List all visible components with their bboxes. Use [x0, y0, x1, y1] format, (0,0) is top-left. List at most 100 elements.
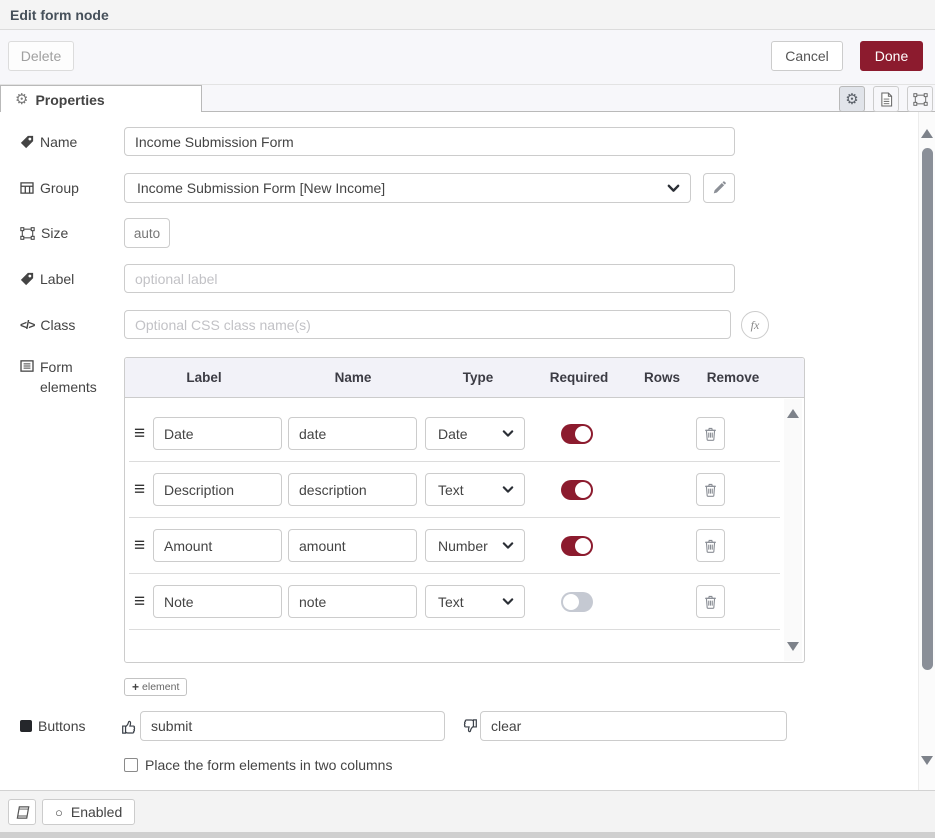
table-scroll-up-arrow[interactable]: [787, 409, 799, 418]
add-element-button[interactable]: + element: [124, 678, 187, 696]
size-button[interactable]: auto: [124, 218, 170, 248]
element-type-select[interactable]: Text: [425, 585, 525, 618]
required-toggle[interactable]: [561, 480, 593, 500]
drag-handle-icon[interactable]: ≡: [134, 535, 145, 557]
panel-scroll-down-arrow[interactable]: [921, 756, 933, 765]
tag-icon: [20, 135, 34, 149]
delete-element-button[interactable]: [696, 585, 725, 618]
dialog-toolbar: Delete Cancel Done: [0, 30, 935, 84]
panel-scrollbar-thumb[interactable]: [922, 148, 933, 670]
element-name-input[interactable]: [288, 529, 417, 562]
table-scrollbar[interactable]: [784, 399, 802, 661]
node-help-button[interactable]: [8, 799, 36, 825]
plus-icon: +: [132, 680, 139, 694]
required-toggle[interactable]: [561, 536, 593, 556]
thumbs-down-icon: [461, 718, 478, 735]
element-type-select[interactable]: Text: [425, 473, 525, 506]
object-group-icon: [20, 227, 35, 240]
label-input[interactable]: [124, 264, 735, 293]
drag-handle-icon[interactable]: ≡: [134, 423, 145, 445]
tab-properties-label: Properties: [35, 92, 104, 108]
pencil-icon: [712, 181, 726, 195]
col-header-required: Required: [550, 358, 609, 398]
enabled-toggle-button[interactable]: ○ Enabled: [42, 799, 135, 825]
clear-button-label-input[interactable]: [480, 711, 787, 741]
element-type-value: Date: [438, 426, 468, 442]
trash-icon: [704, 482, 717, 497]
delete-element-button[interactable]: [696, 417, 725, 450]
edit-group-button[interactable]: [703, 173, 735, 203]
buttons-field-label: Buttons: [20, 711, 85, 741]
thumbs-up-icon: [121, 718, 138, 735]
required-toggle[interactable]: [561, 592, 593, 612]
delete-element-button[interactable]: [696, 473, 725, 506]
panel-scroll-up-arrow[interactable]: [921, 129, 933, 138]
class-input[interactable]: [124, 310, 731, 339]
form-elements-table-header: Label Name Type Required Rows Remove: [125, 358, 804, 398]
element-name-input[interactable]: [288, 585, 417, 618]
tab-bar: ⚙ Properties ⚙: [0, 84, 935, 112]
group-field-label: Group: [20, 173, 79, 203]
chevron-down-icon: [667, 184, 680, 193]
element-label-input[interactable]: [153, 585, 282, 618]
appearance-button[interactable]: [907, 86, 933, 112]
expression-button[interactable]: fx: [741, 311, 769, 339]
col-header-remove: Remove: [707, 358, 760, 398]
book-icon: [15, 805, 30, 820]
name-input[interactable]: [124, 127, 735, 156]
element-type-select[interactable]: Date: [425, 417, 525, 450]
dialog-footer: ○ Enabled: [0, 790, 935, 832]
enabled-label: Enabled: [71, 804, 122, 820]
form-elements-field-label: Form elements: [20, 357, 100, 397]
delete-button[interactable]: Delete: [8, 41, 74, 71]
list-alt-icon: [20, 360, 34, 372]
circle-icon: ○: [55, 805, 63, 820]
element-name-input[interactable]: [288, 417, 417, 450]
trash-icon: [704, 538, 717, 553]
form-elements-rows: ≡ Date ≡ Text: [125, 398, 804, 663]
element-label-input[interactable]: [153, 417, 282, 450]
size-field-label: Size: [20, 218, 68, 248]
element-name-input[interactable]: [288, 473, 417, 506]
trash-icon: [704, 426, 717, 441]
delete-element-button[interactable]: [696, 529, 725, 562]
element-type-value: Number: [438, 538, 488, 554]
two-columns-checkbox[interactable]: [124, 758, 138, 772]
node-settings-button[interactable]: ⚙: [839, 86, 865, 112]
col-header-label: Label: [186, 358, 221, 398]
drag-handle-icon[interactable]: ≡: [134, 591, 145, 613]
table-scroll-down-arrow[interactable]: [787, 642, 799, 651]
properties-panel: Name Group Income Submission Form [New I…: [0, 112, 935, 790]
element-type-value: Text: [438, 482, 464, 498]
panel-scrollbar[interactable]: [918, 112, 935, 790]
chevron-down-icon: [502, 598, 514, 606]
group-select[interactable]: Income Submission Form [New Income]: [124, 173, 691, 203]
class-field-label: </> Class: [20, 310, 75, 340]
cancel-button[interactable]: Cancel: [771, 41, 843, 71]
col-header-rows: Rows: [644, 358, 680, 398]
two-columns-label: Place the form elements in two columns: [145, 757, 392, 773]
done-button[interactable]: Done: [860, 41, 923, 71]
submit-button-label-input[interactable]: [140, 711, 445, 741]
required-toggle[interactable]: [561, 424, 593, 444]
chevron-down-icon: [502, 486, 514, 494]
page-edge: [0, 832, 935, 838]
label-field-label: Label: [20, 264, 74, 294]
chevron-down-icon: [502, 430, 514, 438]
form-elements-table: Label Name Type Required Rows Remove ≡ D…: [124, 357, 805, 663]
col-header-name: Name: [335, 358, 372, 398]
description-button[interactable]: [873, 86, 899, 112]
element-label-input[interactable]: [153, 473, 282, 506]
element-type-select[interactable]: Number: [425, 529, 525, 562]
table-icon: [20, 182, 34, 194]
tag-icon: [20, 272, 34, 286]
element-label-input[interactable]: [153, 529, 282, 562]
drag-handle-icon[interactable]: ≡: [134, 479, 145, 501]
gear-icon: ⚙: [845, 92, 858, 107]
form-element-row: ≡ Number: [129, 518, 780, 574]
col-header-type: Type: [463, 358, 494, 398]
form-element-row: ≡ Text: [129, 462, 780, 518]
tab-properties[interactable]: ⚙ Properties: [0, 85, 202, 113]
square-icon: [20, 720, 32, 732]
element-type-value: Text: [438, 594, 464, 610]
